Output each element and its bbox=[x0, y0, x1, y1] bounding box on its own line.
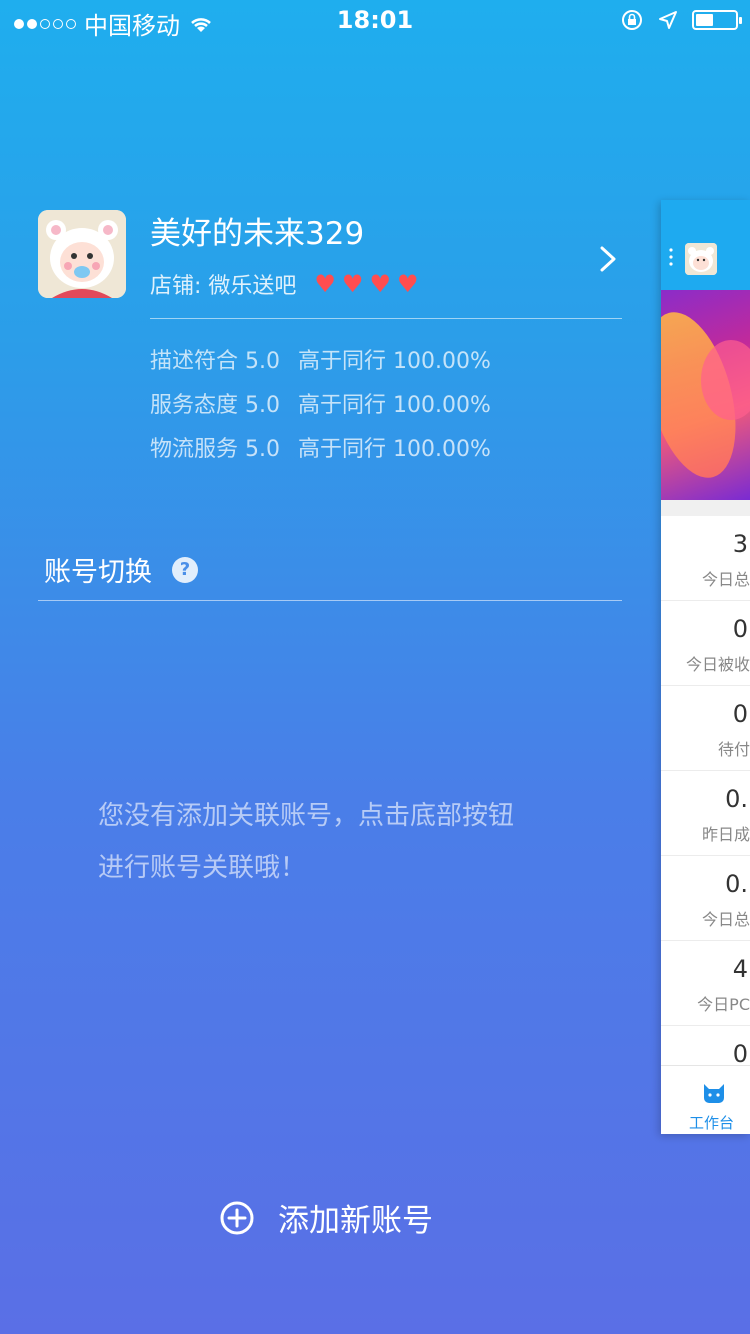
account-switch-header: 账号切换 ? bbox=[44, 550, 198, 589]
empty-state-message: 您没有添加关联账号，点击底部按钮 进行账号关联哦！ bbox=[98, 790, 578, 894]
stat-label: 今日被收 bbox=[685, 655, 750, 674]
empty-line-1: 您没有添加关联账号，点击底部按钮 bbox=[98, 801, 515, 831]
stat-label: 待付 bbox=[717, 740, 750, 759]
heart-icon: ♥ bbox=[369, 270, 391, 298]
avatar[interactable] bbox=[38, 210, 126, 298]
stat-value: 0 bbox=[732, 615, 748, 643]
stat-value: 3 bbox=[732, 530, 748, 558]
stat-value: 4 bbox=[732, 955, 748, 983]
rating-label: 物流服务 5.0 bbox=[150, 437, 280, 462]
stat-value: 0. bbox=[725, 870, 748, 898]
rating-hearts: ♥ ♥ ♥ ♥ bbox=[314, 272, 418, 296]
rating-compare: 高于同行 100.00% bbox=[297, 393, 491, 418]
heart-icon: ♥ bbox=[396, 270, 419, 298]
help-icon[interactable]: ? bbox=[172, 556, 198, 583]
status-bar: 中国移动 18:01 bbox=[0, 0, 750, 40]
chevron-right-icon[interactable] bbox=[596, 244, 620, 274]
stat-cell[interactable]: 3 今日总 bbox=[661, 516, 750, 601]
bottom-tab-bar: 工作台 bbox=[661, 1065, 750, 1134]
section-divider bbox=[38, 600, 622, 601]
location-icon bbox=[659, 11, 677, 29]
stat-label: 今日PC bbox=[697, 995, 750, 1014]
heart-icon: ♥ bbox=[314, 270, 336, 298]
avatar-image bbox=[38, 210, 126, 298]
rating-compare: 高于同行 100.00% bbox=[297, 349, 491, 374]
more-vertical-icon[interactable] bbox=[669, 248, 673, 266]
stat-cell[interactable]: 0 今日被收 bbox=[661, 601, 750, 686]
account-switch-title: 账号切换 bbox=[44, 557, 152, 588]
mini-avatar[interactable] bbox=[685, 243, 717, 275]
stat-label: 今日总 bbox=[701, 570, 750, 589]
ratings-list: 描述符合 5.0 高于同行 100.00% 服务态度 5.0 高于同行 100.00… bbox=[150, 340, 509, 472]
stat-value: 0 bbox=[732, 700, 748, 728]
promo-banner[interactable] bbox=[661, 290, 750, 500]
add-account-button[interactable]: 添加新账号 bbox=[220, 1195, 433, 1240]
empty-line-2: 进行账号关联哦！ bbox=[98, 853, 307, 883]
profile-divider bbox=[150, 318, 622, 319]
rotation-lock-icon bbox=[622, 10, 642, 30]
shop-line: 店铺: 微乐送吧 ♥ ♥ ♥ ♥ bbox=[150, 268, 418, 300]
add-account-label: 添加新账号 bbox=[278, 1203, 433, 1239]
plus-circle-icon bbox=[220, 1201, 254, 1234]
stat-label: 今日总 bbox=[701, 910, 750, 929]
stat-value: 0 bbox=[732, 1040, 748, 1068]
stat-cell[interactable]: 0 待付 bbox=[661, 686, 750, 771]
main-page-preview[interactable]: 3 今日总 0 今日被收 0 待付 0. 昨日成 0. 今日总 4 今日PC 0… bbox=[661, 200, 750, 1134]
preview-header bbox=[661, 200, 750, 290]
stat-cell[interactable]: 4 今日PC bbox=[661, 941, 750, 1026]
battery-icon bbox=[692, 10, 742, 30]
status-right bbox=[620, 8, 742, 32]
rating-row: 服务态度 5.0 高于同行 100.00% bbox=[150, 384, 509, 428]
rating-compare: 高于同行 100.00% bbox=[297, 437, 491, 462]
heart-icon: ♥ bbox=[341, 270, 364, 298]
stat-cell[interactable]: 0. 今日总 bbox=[661, 856, 750, 941]
user-name: 美好的未来329 bbox=[150, 216, 365, 252]
rating-row: 描述符合 5.0 高于同行 100.00% bbox=[150, 340, 509, 384]
rating-label: 描述符合 5.0 bbox=[150, 349, 280, 374]
gap-divider bbox=[661, 500, 750, 516]
rating-row: 物流服务 5.0 高于同行 100.00% bbox=[150, 428, 509, 472]
shop-name: 店铺: 微乐送吧 bbox=[150, 274, 297, 299]
rating-label: 服务态度 5.0 bbox=[150, 393, 280, 418]
stat-label: 昨日成 bbox=[701, 825, 750, 844]
stat-cell[interactable]: 0. 昨日成 bbox=[661, 771, 750, 856]
stat-value: 0. bbox=[725, 785, 748, 813]
workbench-tab-icon[interactable] bbox=[701, 1080, 727, 1106]
tab-workbench[interactable]: 工作台 bbox=[689, 1112, 734, 1133]
